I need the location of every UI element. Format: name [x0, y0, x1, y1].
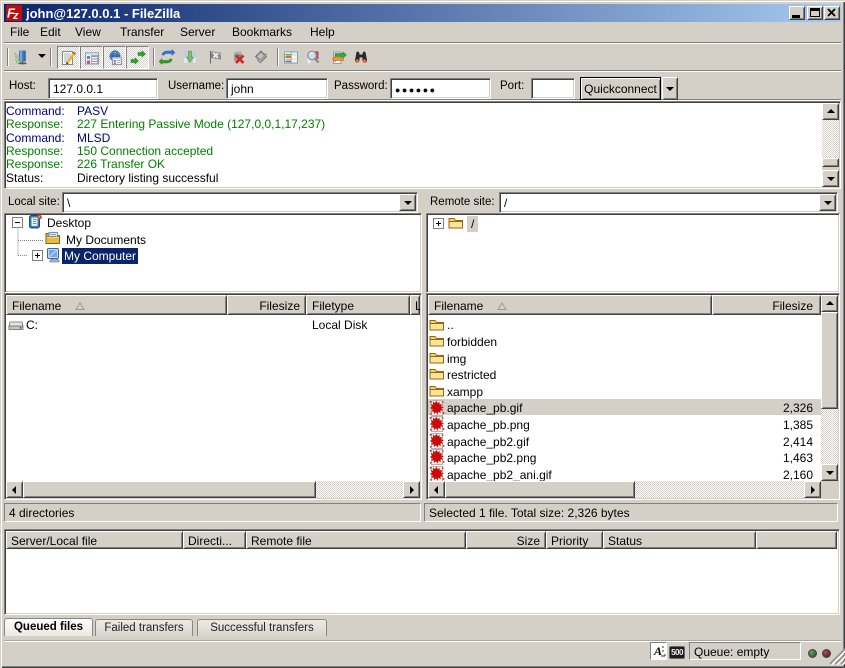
- svg-text:z: z: [12, 10, 19, 21]
- svg-text:A: A: [653, 644, 662, 658]
